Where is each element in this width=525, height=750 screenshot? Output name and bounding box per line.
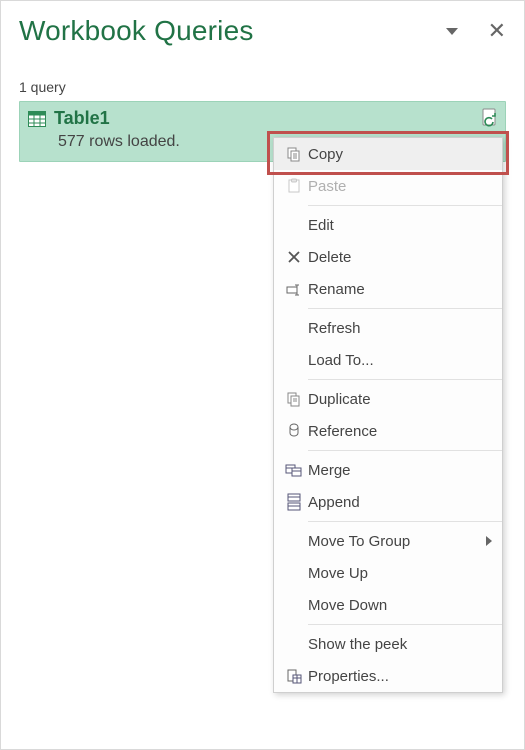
- pane-close-icon[interactable]: ✕: [488, 20, 506, 42]
- menu-separator: [308, 521, 502, 522]
- pane-header-controls: ✕: [446, 20, 506, 42]
- rename-icon: [280, 282, 308, 296]
- menu-item-move-down[interactable]: Move Down: [274, 589, 502, 621]
- menu-item-move-to-group[interactable]: Move To Group: [274, 525, 502, 557]
- menu-label: Load To...: [308, 352, 492, 369]
- delete-icon: [280, 250, 308, 264]
- menu-item-refresh[interactable]: Refresh: [274, 312, 502, 344]
- pane-header: Workbook Queries ✕: [19, 15, 506, 47]
- duplicate-icon: [280, 391, 308, 407]
- menu-item-paste: Paste: [274, 170, 502, 202]
- menu-label: Move Down: [308, 597, 492, 614]
- menu-item-merge[interactable]: Merge: [274, 454, 502, 486]
- menu-item-append[interactable]: Append: [274, 486, 502, 518]
- menu-label: Reference: [308, 423, 492, 440]
- menu-label: Show the peek: [308, 636, 492, 653]
- query-context-menu: Copy Paste Edit Delete Rename: [273, 137, 503, 693]
- menu-label: Append: [308, 494, 492, 511]
- menu-item-reference[interactable]: Reference: [274, 415, 502, 447]
- menu-item-duplicate[interactable]: Duplicate: [274, 383, 502, 415]
- menu-label: Copy: [308, 146, 492, 163]
- paste-icon: [280, 178, 308, 194]
- menu-label: Delete: [308, 249, 492, 266]
- query-item-header: Table1: [28, 108, 497, 129]
- menu-label: Refresh: [308, 320, 492, 337]
- menu-label: Edit: [308, 217, 492, 234]
- menu-item-delete[interactable]: Delete: [274, 241, 502, 273]
- pane-title: Workbook Queries: [19, 15, 254, 47]
- menu-item-edit[interactable]: Edit: [274, 209, 502, 241]
- properties-icon: [280, 668, 308, 684]
- menu-label: Paste: [308, 178, 492, 195]
- menu-label: Duplicate: [308, 391, 492, 408]
- table-icon: [28, 111, 46, 127]
- menu-separator: [308, 308, 502, 309]
- menu-item-load-to[interactable]: Load To...: [274, 344, 502, 376]
- menu-label: Move To Group: [308, 533, 482, 550]
- menu-item-rename[interactable]: Rename: [274, 273, 502, 305]
- refresh-icon[interactable]: [481, 108, 499, 133]
- workbook-queries-pane: Workbook Queries ✕ 1 query Table1: [0, 0, 525, 750]
- copy-icon: [280, 146, 308, 162]
- merge-icon: [280, 462, 308, 478]
- query-name: Table1: [54, 108, 110, 129]
- menu-item-move-up[interactable]: Move Up: [274, 557, 502, 589]
- menu-item-properties[interactable]: Properties...: [274, 660, 502, 692]
- menu-label: Properties...: [308, 668, 492, 685]
- append-icon: [280, 493, 308, 511]
- menu-label: Rename: [308, 281, 492, 298]
- menu-item-show-peek[interactable]: Show the peek: [274, 628, 502, 660]
- reference-icon: [280, 423, 308, 439]
- query-count-label: 1 query: [19, 79, 506, 95]
- menu-separator: [308, 450, 502, 451]
- pane-menu-chevron-icon[interactable]: [446, 28, 458, 35]
- menu-separator: [308, 624, 502, 625]
- menu-label: Merge: [308, 462, 492, 479]
- menu-item-copy[interactable]: Copy: [274, 138, 502, 170]
- menu-separator: [308, 205, 502, 206]
- submenu-arrow-icon: [486, 536, 492, 546]
- menu-separator: [308, 379, 502, 380]
- menu-label: Move Up: [308, 565, 492, 582]
